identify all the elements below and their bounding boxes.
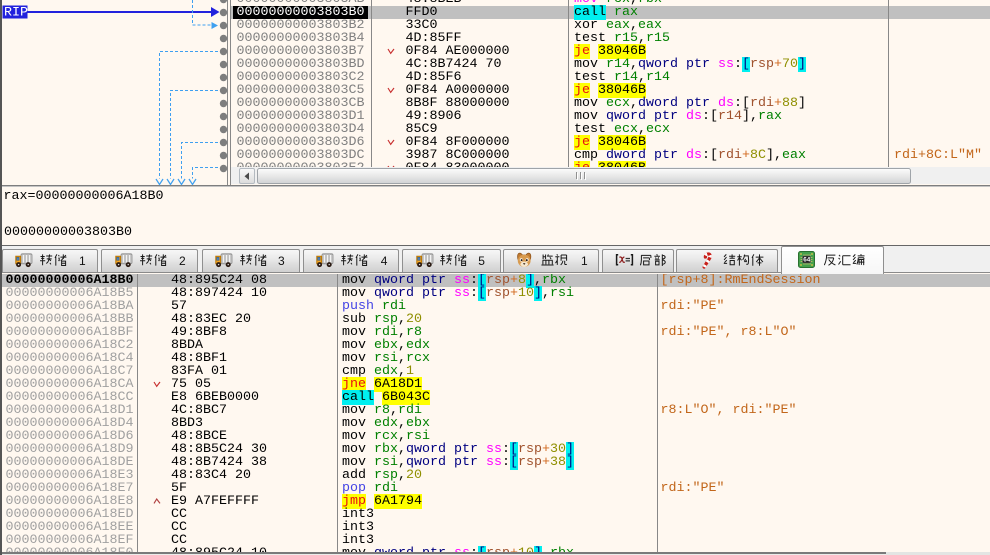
svg-text:RIP: RIP — [4, 5, 28, 20]
svg-text:64: 64 — [803, 256, 811, 263]
